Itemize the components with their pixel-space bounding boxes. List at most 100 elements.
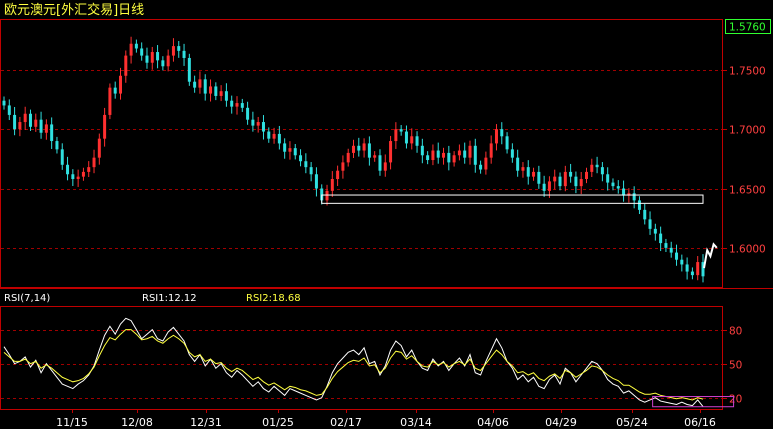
candle-down	[637, 200, 641, 210]
candle-up	[81, 171, 85, 177]
candle-down	[267, 131, 271, 139]
candle-down	[505, 136, 509, 150]
candle-down	[367, 143, 371, 158]
candle-up	[383, 162, 387, 171]
price-ytick-label: 1.6000	[729, 244, 766, 256]
price-ytick-label: 1.7500	[729, 66, 766, 78]
candle-down	[516, 157, 520, 171]
candle-up	[235, 103, 239, 107]
candle-up	[23, 113, 27, 123]
candle-up	[494, 129, 498, 144]
date-tick-label: 04/29	[545, 416, 577, 429]
candle-down	[526, 167, 530, 177]
price-badge-value: 1.5760	[729, 22, 766, 34]
rsi-panel-label: RSI(7,14)	[4, 293, 50, 304]
candle-up	[362, 143, 366, 151]
candle-down	[2, 100, 6, 106]
candle-up	[489, 143, 493, 158]
candle-down	[611, 182, 615, 187]
candle-up	[563, 171, 567, 187]
candle-down	[606, 174, 610, 183]
date-tick-label: 02/17	[330, 416, 362, 429]
rsi-ytick-label: 50	[729, 360, 742, 372]
candle-down	[28, 113, 32, 127]
candle-up	[18, 122, 22, 130]
candlestick-series	[2, 36, 705, 283]
candle-up	[373, 155, 377, 158]
candle-up	[442, 152, 446, 158]
candle-down	[595, 164, 599, 168]
candle-down	[500, 129, 504, 137]
candle-down	[7, 105, 11, 115]
candle-down	[600, 167, 604, 175]
candle-down	[187, 57, 191, 82]
support-box	[321, 194, 704, 204]
candle-down	[669, 247, 673, 253]
candle-up	[579, 179, 583, 187]
candle-down	[664, 243, 668, 248]
candle-down	[680, 259, 684, 265]
candle-up	[532, 171, 536, 177]
candle-up	[166, 55, 170, 67]
date-tick-label: 04/06	[477, 416, 509, 429]
candle-up	[171, 46, 175, 56]
latest-price-line	[703, 242, 718, 269]
rsi-y-axis: 80 50 20	[722, 326, 742, 406]
candle-up	[97, 138, 101, 158]
candle-down	[293, 148, 297, 156]
candle-up	[457, 150, 461, 156]
date-tick-label: 03/14	[400, 416, 432, 429]
rsi-line-rsi1	[3, 317, 704, 407]
price-ytick-label: 1.7000	[729, 125, 766, 137]
candle-down	[463, 150, 467, 158]
candle-down	[510, 149, 514, 158]
candle-down	[55, 141, 59, 150]
candle-down	[224, 91, 228, 101]
date-tick-label: 05/24	[616, 416, 648, 429]
price-panel-frame	[0, 19, 723, 288]
candle-down	[71, 174, 75, 180]
price-annotations	[321, 194, 718, 269]
candle-down	[574, 176, 578, 187]
candle-down	[203, 79, 207, 94]
candle-down	[50, 124, 54, 142]
candle-down	[659, 233, 663, 244]
candle-up	[198, 79, 202, 88]
candle-up	[92, 157, 96, 168]
candle-down	[66, 164, 70, 175]
candle-down	[690, 271, 694, 276]
candle-up	[553, 176, 557, 182]
candle-up	[256, 122, 260, 126]
candle-down	[643, 209, 647, 220]
chart-title: 欧元澳元[外汇交易]日线	[4, 2, 144, 18]
candle-up	[330, 179, 334, 191]
rsi-panel-frame	[0, 306, 723, 410]
candle-down	[420, 145, 424, 156]
candle-down	[304, 161, 308, 168]
candle-down	[193, 81, 197, 88]
candle-up	[336, 170, 340, 180]
price-ytick-label: 1.6500	[729, 185, 766, 197]
candle-down	[357, 145, 361, 151]
candle-down	[415, 136, 419, 146]
candle-up	[124, 55, 128, 76]
candle-down	[113, 87, 117, 94]
candle-up	[129, 43, 133, 56]
candle-up	[484, 157, 488, 170]
candle-up	[325, 190, 329, 201]
candle-down	[140, 48, 144, 56]
candle-down	[479, 164, 483, 170]
candle-up	[119, 75, 122, 94]
candle-down	[240, 103, 244, 108]
candle-down	[399, 129, 403, 132]
candle-down	[309, 167, 313, 175]
date-tick-label: 12/08	[121, 416, 153, 429]
date-tick-label: 11/15	[56, 416, 88, 429]
date-axis: 11/15 12/08 12/31 01/25 02/17 03/14 04/06 04/29…	[56, 409, 716, 429]
candle-down	[177, 46, 181, 51]
date-tick-label: 06/16	[684, 416, 716, 429]
candle-down	[156, 52, 160, 61]
candle-up	[103, 114, 107, 139]
candle-up	[431, 150, 435, 161]
candle-up	[346, 152, 350, 163]
